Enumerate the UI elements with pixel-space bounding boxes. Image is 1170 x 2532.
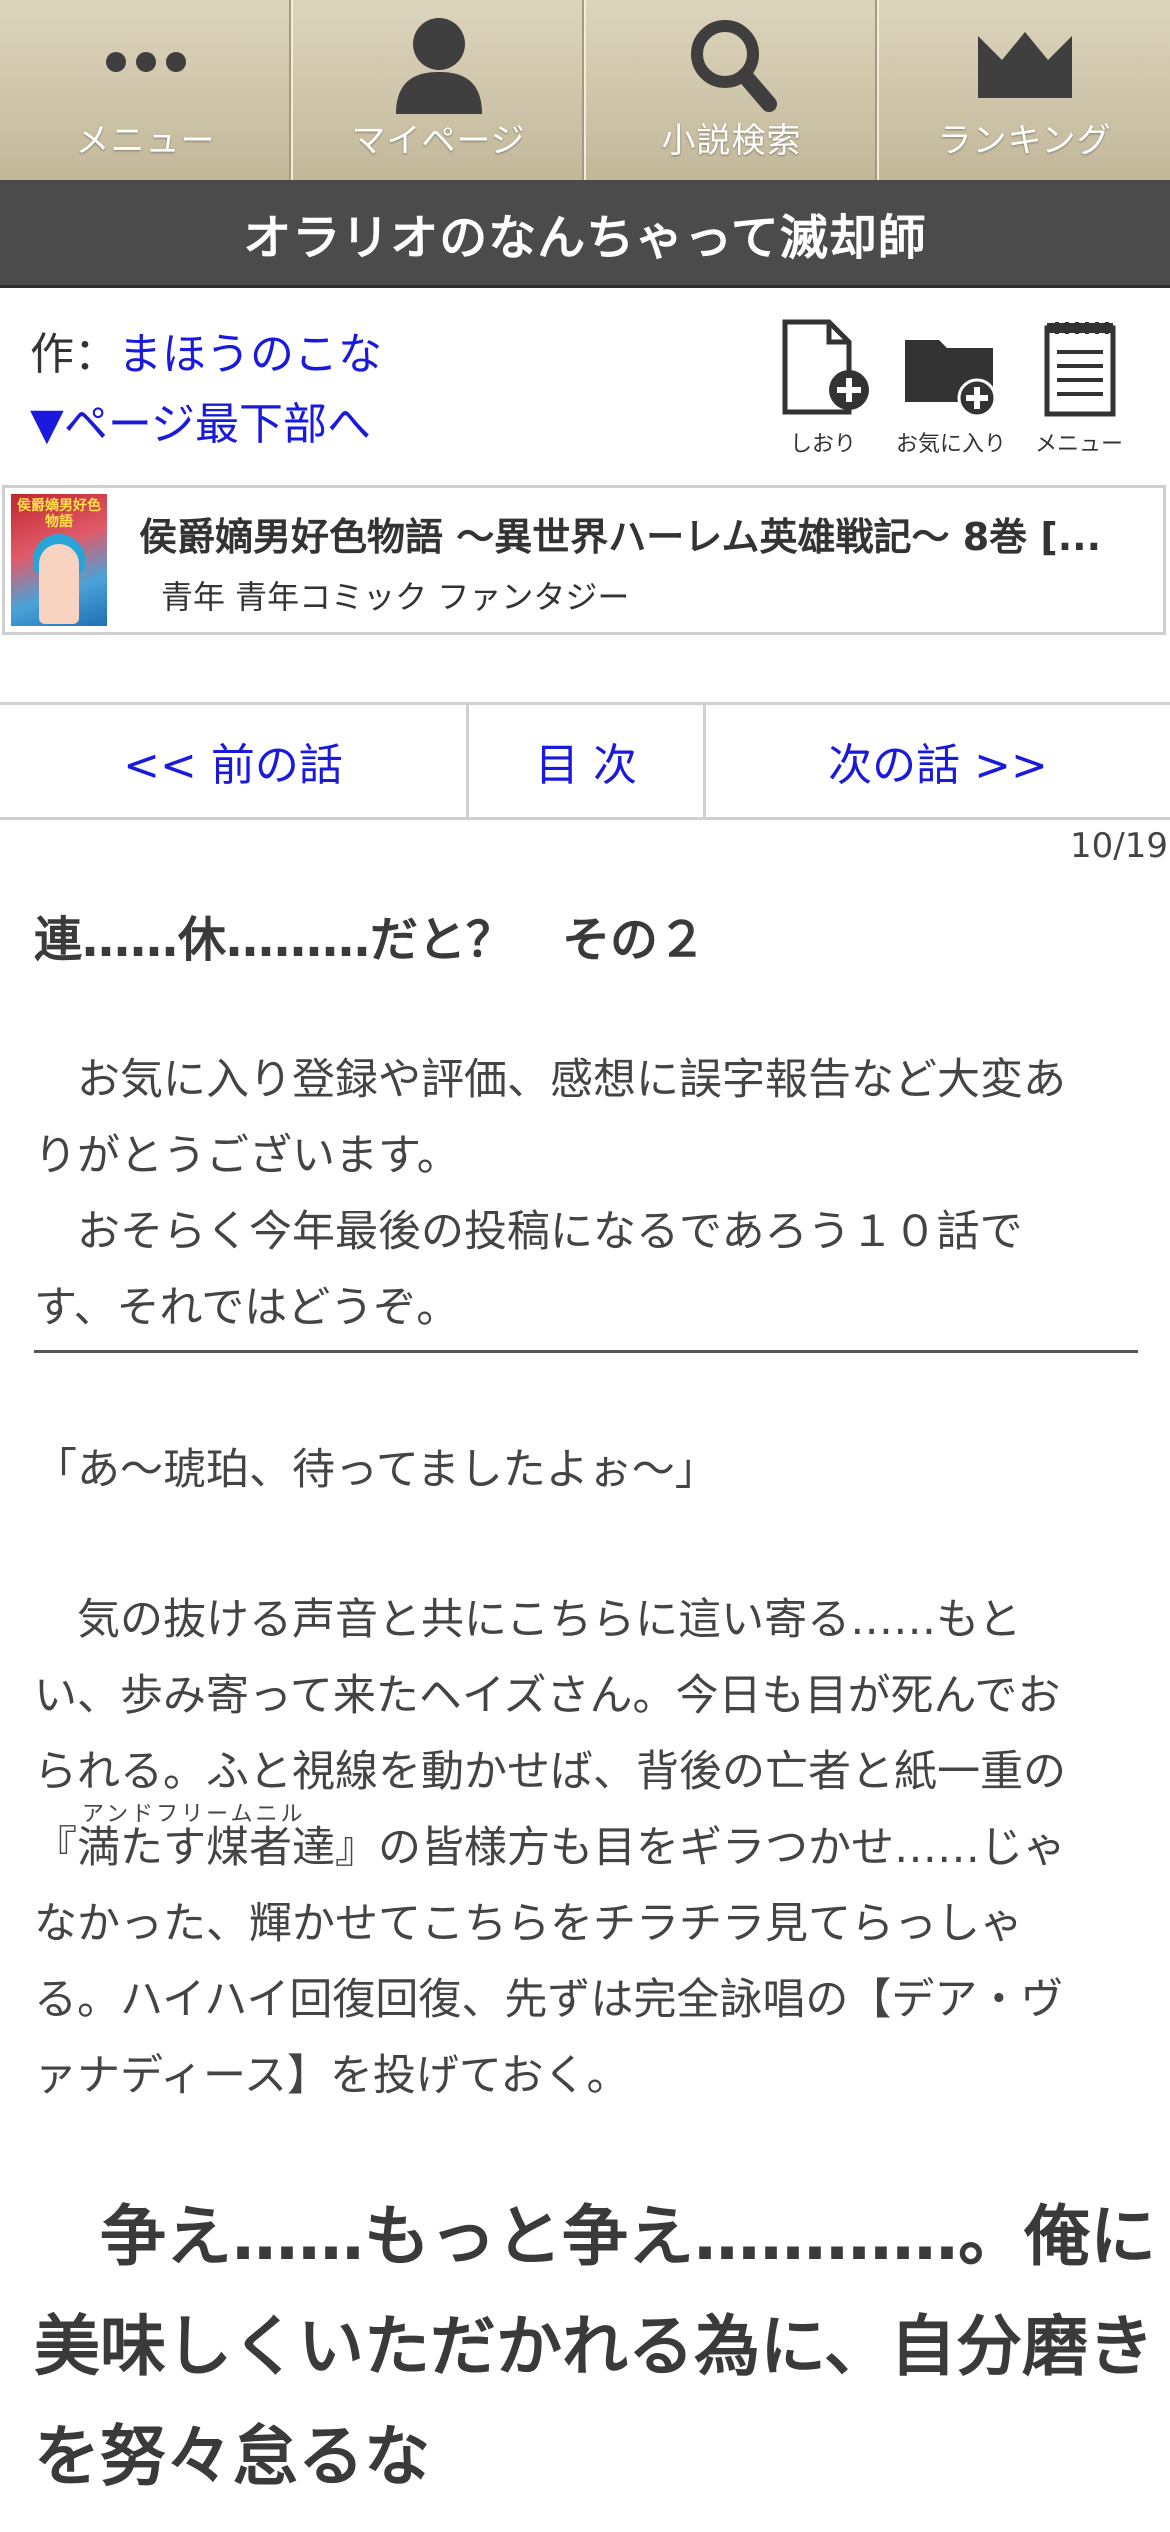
top-nav: メニュー マイページ 小説検索 ランキング <box>0 0 1170 180</box>
body-line: 『満たす煤者達』の皆様方も目をギラつかせ……じゃ <box>34 1823 1066 1873</box>
banner-tags: 青年 青年コミック ファンタジー <box>161 578 630 616</box>
nav-ranking[interactable]: ランキング <box>879 0 1170 180</box>
emphasis-line: 美味しくいただかれる為に、自分磨き <box>34 2308 1155 2385</box>
bookmark-button[interactable]: しおり <box>768 318 878 458</box>
dialogue-line: 「あ～琥珀、待ってましたよぉ～」 <box>34 1445 718 1495</box>
nav-search[interactable]: 小説検索 <box>586 0 879 180</box>
page-counter: 10/19 <box>1070 826 1168 866</box>
preface-line: おそらく今年最後の投稿になるであろう１０話で <box>34 1207 1023 1257</box>
menu-label: メニュー <box>1034 432 1123 457</box>
favorite-label: お気に入り <box>896 432 1007 457</box>
preface-line: す、それではどうぞ。 <box>34 1283 460 1333</box>
nav-menu-label: メニュー <box>75 121 216 161</box>
folder-add-icon <box>905 340 997 418</box>
nav-menu[interactable]: メニュー <box>0 0 293 180</box>
nav-ranking-label: ランキング <box>937 121 1112 161</box>
nav-mypage[interactable]: マイページ <box>293 0 586 180</box>
body-line: なかった、輝かせてこちらをチラチラ見てらっしゃ <box>34 1899 1023 1949</box>
author-prefix: 作： <box>30 329 118 380</box>
preface-line: お気に入り登録や評価、感想に誤字報告など大変あ <box>34 1055 1066 1105</box>
menu-button[interactable]: メニュー <box>1024 318 1134 458</box>
body-line: 気の抜ける声音と共にこちらに這い寄る……もと <box>34 1595 1022 1645</box>
jump-to-bottom-link[interactable]: ▼ページ最下部へ <box>30 388 371 452</box>
comic-cover-image: 侯爵嫡男好色物語 <box>11 494 107 626</box>
favorite-button[interactable]: お気に入り <box>896 318 1006 458</box>
body-line: い、歩み寄って来たヘイズさん。今日も目が死んでお <box>34 1671 1061 1721</box>
bookmark-label: しおり <box>789 432 856 457</box>
preface-line: りがとうございます。 <box>34 1131 460 1181</box>
emphasis-line: を努々怠るな <box>34 2418 430 2495</box>
crown-icon <box>977 32 1072 98</box>
nav-mypage-label: マイページ <box>351 121 526 161</box>
author-link[interactable]: まほうのこな <box>118 329 382 380</box>
table-of-contents-link[interactable]: 目 次 <box>469 705 706 817</box>
novel-title[interactable]: オラリオのなんちゃって滅却師 <box>0 180 1170 288</box>
banner-title: 侯爵嫡男好色物語 ～異世界ハーレム英雄戦記～ 8巻 [... <box>139 515 1102 559</box>
nav-search-label: 小説検索 <box>661 121 802 161</box>
chapter-title: 連……休………だと？ その２ <box>34 912 707 968</box>
preface-divider <box>34 1350 1138 1353</box>
search-icon <box>690 20 777 112</box>
ad-banner[interactable]: 侯爵嫡男好色物語 侯爵嫡男好色物語 ～異世界ハーレム英雄戦記～ 8巻 [... … <box>2 485 1166 635</box>
emphasis-line: 争え……もっと争え…………。俺に <box>34 2198 1156 2275</box>
notepad-icon <box>1044 322 1116 417</box>
bookmark-add-icon <box>782 319 869 415</box>
body-line: ァナディース】を投げておく。 <box>34 2051 630 2101</box>
dots-icon <box>105 52 186 72</box>
author-line: 作：まほうのこな <box>30 318 382 382</box>
next-chapter-link[interactable]: 次の話 >> <box>706 705 1170 817</box>
cover-text: 侯爵嫡男好色物語 <box>17 498 101 530</box>
chapter-nav: << 前の話 目 次 次の話 >> <box>0 702 1170 820</box>
prev-chapter-link[interactable]: << 前の話 <box>0 705 469 817</box>
user-icon <box>395 18 482 114</box>
body-line: る。ハイハイ回復回復、先ずは完全詠唱の【デア・ヴ <box>34 1975 1064 2025</box>
